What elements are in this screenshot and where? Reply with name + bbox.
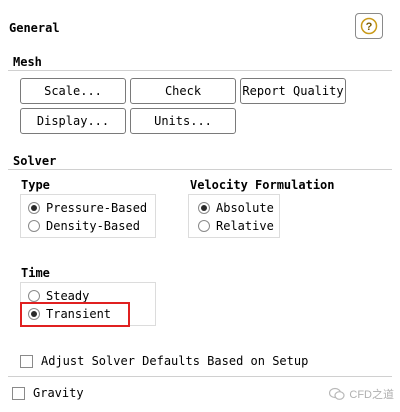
radio-label: Relative (216, 219, 274, 233)
svg-text:?: ? (366, 21, 373, 33)
radio-absolute[interactable]: Absolute (198, 201, 274, 215)
radio-label: Pressure-Based (46, 201, 148, 215)
help-icon: ? (360, 17, 378, 35)
radio-label: Absolute (216, 201, 274, 215)
wechat-icon (329, 387, 345, 400)
adjust-solver-defaults-checkbox[interactable]: Adjust Solver Defaults Based on Setup (20, 354, 308, 368)
radio-button[interactable] (28, 220, 40, 232)
scale-button[interactable]: Scale... (20, 78, 126, 104)
check-button[interactable]: Check (130, 78, 236, 104)
transient-highlight-box (20, 302, 130, 327)
radio-relative[interactable]: Relative (198, 219, 274, 233)
checkbox-label: Gravity (33, 386, 84, 400)
report-quality-button[interactable]: Report Quality (240, 78, 346, 104)
watermark: CFD之道 (329, 386, 394, 402)
units-button[interactable]: Units... (130, 108, 236, 134)
solver-heading: Solver (13, 154, 57, 168)
solver-divider (8, 169, 392, 170)
checkbox-label: Adjust Solver Defaults Based on Setup (41, 354, 309, 368)
checkbox[interactable] (20, 354, 33, 368)
type-label: Type (21, 178, 50, 192)
radio-label: Density-Based (46, 219, 140, 233)
radio-steady[interactable]: Steady (28, 289, 89, 303)
radio-button-selected[interactable] (28, 202, 40, 214)
gravity-checkbox[interactable]: Gravity (12, 386, 84, 400)
time-label: Time (21, 266, 50, 280)
radio-density-based[interactable]: Density-Based (28, 219, 140, 233)
radio-pressure-based[interactable]: Pressure-Based (28, 201, 147, 215)
help-button[interactable]: ? (355, 13, 383, 39)
page-title: General (9, 21, 60, 35)
watermark-text: CFD之道 (349, 389, 394, 401)
radio-label: Steady (46, 289, 90, 303)
radio-button[interactable] (28, 290, 40, 302)
velocity-formulation-label: Velocity Formulation (190, 178, 335, 192)
mesh-divider (8, 70, 392, 71)
solver-bottom-divider (8, 376, 392, 377)
checkbox[interactable] (12, 386, 25, 400)
radio-button[interactable] (198, 220, 210, 232)
display-button[interactable]: Display... (20, 108, 126, 134)
radio-button-selected[interactable] (198, 202, 210, 214)
mesh-heading: Mesh (13, 55, 42, 69)
